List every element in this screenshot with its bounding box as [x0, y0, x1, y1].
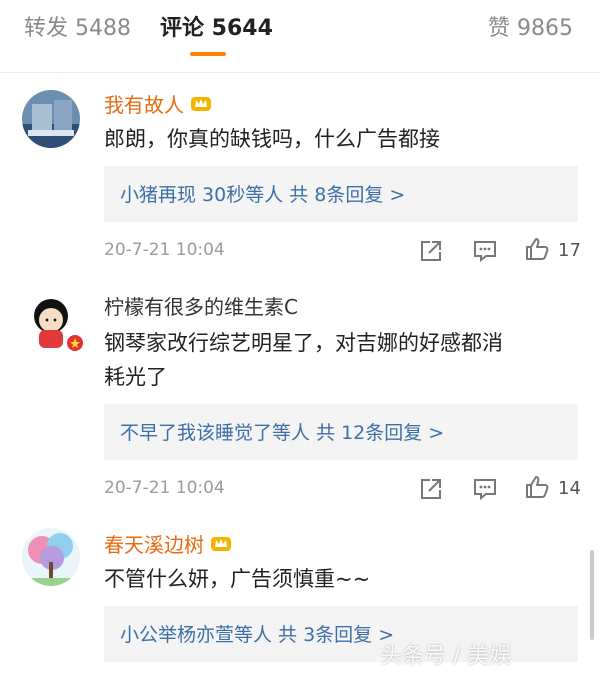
username[interactable]: 春天溪边树 [104, 529, 204, 558]
verified-badge-icon [67, 335, 83, 351]
like-thumb-icon[interactable] [524, 474, 550, 500]
reply-summary-box[interactable]: 不早了我该睡觉了等人 共 12条回复 > [104, 404, 578, 460]
comment-tabs: 转发 5488 评论 5644 赞 9865 [0, 0, 600, 73]
like-thumb-icon[interactable] [524, 236, 550, 262]
user-row: 我有故人 [104, 88, 212, 118]
reply-summary-box[interactable]: 小猪再现 30秒等人 共 8条回复 > [104, 166, 578, 222]
scrollbar[interactable] [590, 550, 594, 640]
comment-text: 钢琴家改行综艺明星了，对吉娜的好感都消 耗光了 [104, 326, 584, 394]
like-count: 17 [558, 240, 581, 261]
user-row: 春天溪边树 [104, 528, 232, 558]
avatar-image [22, 90, 80, 148]
comment-text: 郎朗，你真的缺钱吗，什么广告都接 [104, 127, 440, 151]
share-icon[interactable] [418, 476, 444, 502]
vip-crown-icon [191, 97, 211, 111]
comment-text-line: 钢琴家改行综艺明星了，对吉娜的好感都消 [104, 331, 503, 355]
comment-time: 20-7-21 10:04 [104, 240, 225, 260]
comment-icon[interactable] [472, 238, 498, 264]
vip-crown-icon [211, 537, 231, 551]
comment-icon[interactable] [472, 476, 498, 502]
reply-summary-link[interactable]: 不早了我该睡觉了等人 共 12条回复 > [120, 418, 444, 445]
avatar[interactable] [22, 528, 80, 586]
tab-comments[interactable]: 评论 5644 [160, 10, 273, 42]
watermark: 头条号 / 美娱 [380, 644, 512, 669]
avatar[interactable] [22, 90, 80, 148]
username[interactable]: 柠檬有很多的维生素C [104, 291, 298, 320]
comment-text-line: 耗光了 [104, 365, 167, 389]
username[interactable]: 我有故人 [104, 89, 184, 118]
like-count: 14 [558, 478, 581, 499]
user-row: 柠檬有很多的维生素C [104, 290, 298, 320]
comment-time: 20-7-21 10:04 [104, 478, 225, 498]
active-tab-indicator [190, 52, 226, 56]
reply-summary-link[interactable]: 小猪再现 30秒等人 共 8条回复 > [120, 180, 405, 207]
share-icon[interactable] [418, 238, 444, 264]
tab-repost[interactable]: 转发 5488 [24, 10, 131, 42]
tab-likes[interactable]: 赞 9865 [488, 10, 573, 42]
avatar-image [22, 528, 80, 586]
reply-summary-link[interactable]: 小公举杨亦萱等人 共 3条回复 > [120, 620, 394, 647]
comment-text: 不管什么妍，广告须慎重~~ [104, 567, 371, 591]
